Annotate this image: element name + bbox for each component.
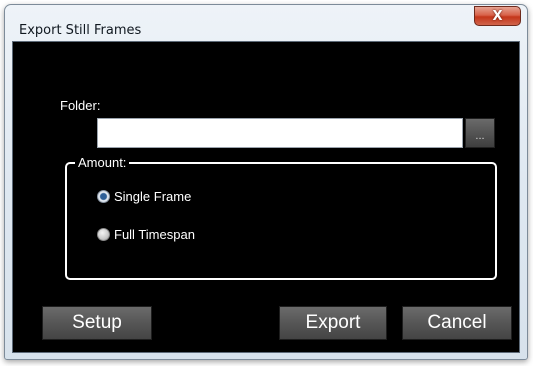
close-button[interactable]: X	[474, 6, 521, 26]
radio-single-frame[interactable]: Single Frame	[97, 189, 191, 204]
export-button[interactable]: Export	[279, 306, 387, 340]
folder-label: Folder:	[60, 98, 101, 113]
cancel-button[interactable]: Cancel	[402, 306, 512, 340]
folder-path-input[interactable]	[97, 118, 463, 148]
window-title: Export Still Frames	[19, 23, 142, 38]
radio-full-timespan[interactable]: Full Timespan	[97, 227, 195, 242]
radio-unselected-icon[interactable]	[97, 228, 110, 241]
radio-full-timespan-label: Full Timespan	[114, 227, 195, 242]
amount-legend: Amount:	[75, 155, 130, 171]
setup-button[interactable]: Setup	[42, 306, 152, 340]
browse-folder-button[interactable]: ...	[465, 118, 495, 148]
title-bar[interactable]: Export Still Frames X	[5, 5, 527, 38]
amount-group: Amount: Single Frame Full Timespan	[65, 155, 497, 280]
dialog-content: Folder: ... Amount: Single Frame Full Ti…	[12, 41, 520, 353]
radio-single-frame-label: Single Frame	[114, 189, 192, 204]
export-still-frames-dialog: Export Still Frames X Folder: ... Amount…	[4, 4, 528, 360]
close-icon: X	[492, 8, 503, 24]
radio-selected-icon[interactable]	[97, 190, 110, 203]
